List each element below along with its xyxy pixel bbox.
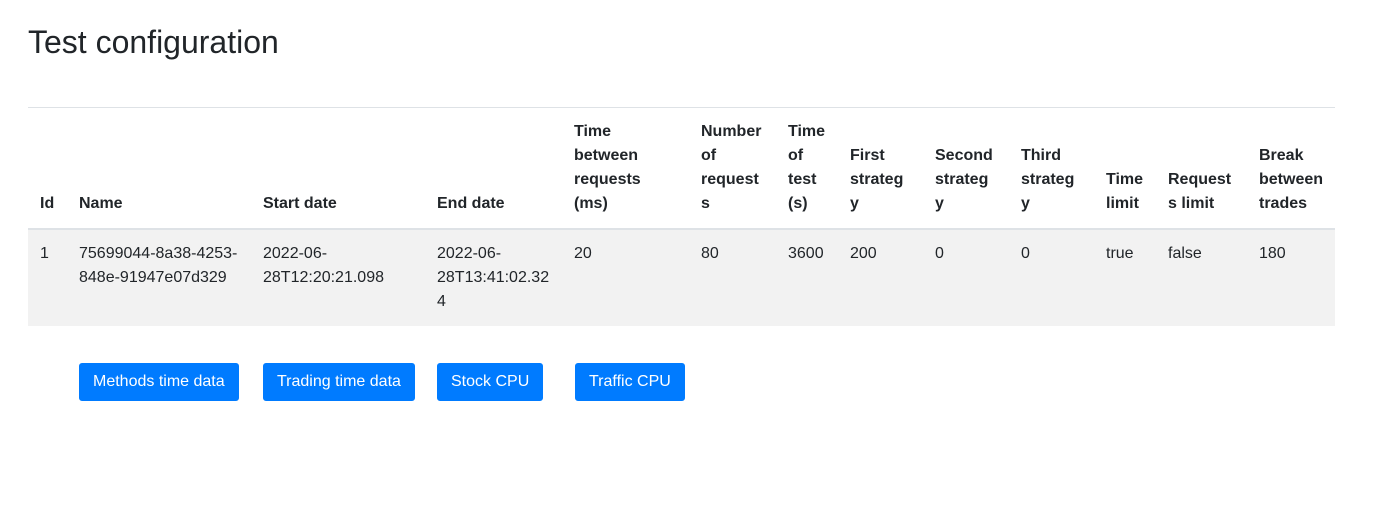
config-table-container: Id Name Start date End date Time between… [28, 107, 1335, 326]
header-name: Name [67, 107, 251, 230]
header-row: Id Name Start date End date Time between… [28, 107, 1335, 230]
cell-break-between-trades: 180 [1247, 229, 1335, 326]
header-third-strategy: Third strategy [1009, 107, 1094, 230]
cell-number-of-requests: 80 [689, 229, 776, 326]
header-time-of-test: Time of test (s) [776, 107, 838, 230]
cell-time-between-requests: 20 [562, 229, 689, 326]
header-requests-limit: Requests limit [1156, 107, 1247, 230]
header-time-limit: Time limit [1094, 107, 1156, 230]
cell-id: 1 [28, 229, 67, 326]
header-id: Id [28, 107, 67, 230]
cell-time-limit: true [1094, 229, 1156, 326]
header-end-date: End date [425, 107, 562, 230]
cell-start-date: 2022-06-28T12:20:21.098 [251, 229, 425, 326]
table-row: 1 75699044-8a38-4253-848e-91947e07d329 2… [28, 229, 1335, 326]
stock-cpu-button[interactable]: Stock CPU [437, 363, 544, 401]
trading-time-data-button[interactable]: Trading time data [263, 363, 415, 401]
header-time-between-requests: Time between requests (ms) [562, 107, 689, 230]
methods-time-data-button[interactable]: Methods time data [79, 363, 239, 401]
cell-time-of-test: 3600 [776, 229, 838, 326]
cell-name: 75699044-8a38-4253-848e-91947e07d329 [67, 229, 251, 326]
cell-end-date: 2022-06-28T13:41:02.324 [425, 229, 562, 326]
header-first-strategy: First strategy [838, 107, 923, 230]
action-buttons: Methods time data Trading time data Stoc… [0, 363, 1382, 401]
cell-third-strategy: 0 [1009, 229, 1094, 326]
page-title: Test configuration [28, 24, 279, 60]
cell-second-strategy: 0 [923, 229, 1009, 326]
header-break-between-trades: Break between trades [1247, 107, 1335, 230]
traffic-cpu-button[interactable]: Traffic CPU [575, 363, 685, 401]
header-second-strategy: Second strategy [923, 107, 1009, 230]
cell-requests-limit: false [1156, 229, 1247, 326]
cell-first-strategy: 200 [838, 229, 923, 326]
table-body: 1 75699044-8a38-4253-848e-91947e07d329 2… [28, 229, 1335, 326]
header-start-date: Start date [251, 107, 425, 230]
config-table: Id Name Start date End date Time between… [28, 107, 1335, 326]
header-number-of-requests: Number of requests [689, 107, 776, 230]
table-header: Id Name Start date End date Time between… [28, 107, 1335, 230]
